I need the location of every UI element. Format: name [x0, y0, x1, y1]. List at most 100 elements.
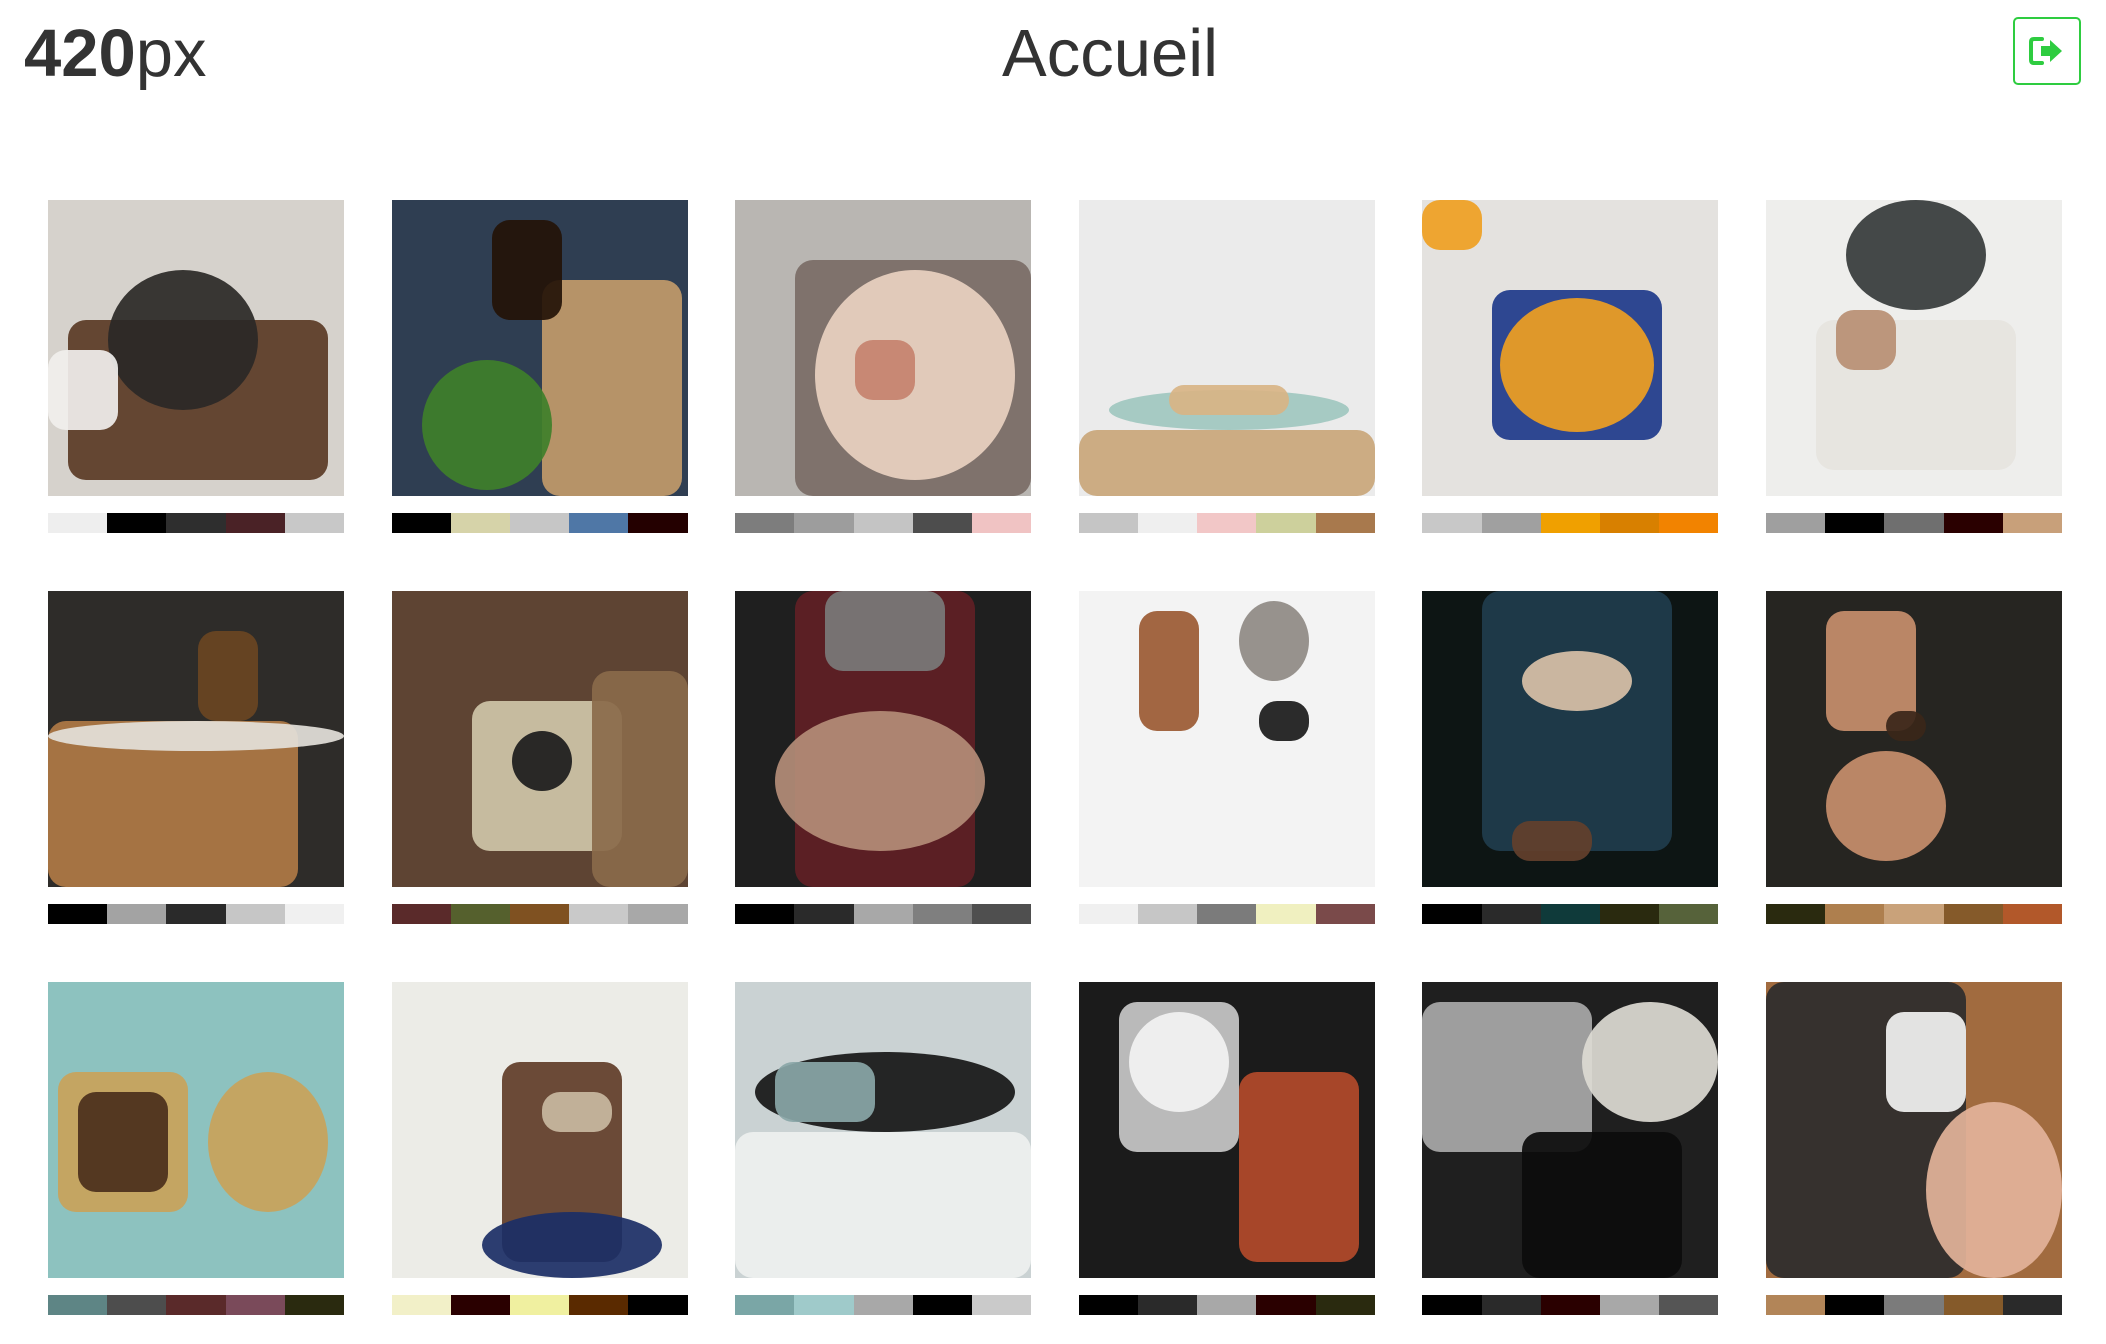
photo-card[interactable] [48, 591, 345, 925]
color-swatch[interactable] [1078, 513, 1138, 533]
photo-card[interactable] [735, 200, 1032, 534]
color-swatch[interactable] [912, 904, 972, 924]
color-swatch[interactable] [1481, 904, 1541, 924]
color-swatch[interactable] [1137, 1295, 1198, 1315]
color-swatch[interactable] [1825, 1295, 1885, 1315]
color-swatch[interactable] [853, 513, 913, 533]
photo-card[interactable] [1422, 982, 1719, 1316]
color-swatch[interactable] [1659, 513, 1719, 533]
color-swatch[interactable] [450, 1295, 510, 1315]
photo-thumbnail[interactable] [1765, 591, 2062, 887]
color-swatch[interactable] [391, 513, 451, 533]
color-swatch[interactable] [284, 1295, 345, 1315]
color-swatch[interactable] [166, 1295, 226, 1315]
photo-thumbnail[interactable] [735, 591, 1032, 887]
photo-card[interactable] [391, 982, 688, 1316]
color-swatch[interactable] [1943, 904, 2003, 924]
color-swatch[interactable] [1599, 513, 1660, 533]
photo-card[interactable] [391, 591, 688, 925]
color-swatch[interactable] [166, 904, 226, 924]
photo-thumbnail[interactable] [1078, 591, 1375, 887]
photo-thumbnail[interactable] [48, 982, 344, 1278]
color-swatch[interactable] [735, 904, 795, 924]
color-swatch[interactable] [794, 1295, 854, 1315]
color-swatch[interactable] [972, 904, 1032, 924]
color-swatch[interactable] [1481, 1295, 1541, 1315]
photo-thumbnail[interactable] [735, 982, 1032, 1278]
photo-thumbnail[interactable] [1422, 982, 1719, 1278]
color-swatch[interactable] [1078, 1295, 1138, 1315]
color-swatch[interactable] [1540, 513, 1600, 533]
color-swatch[interactable] [2002, 904, 2062, 924]
color-swatch[interactable] [1256, 1295, 1316, 1315]
color-swatch[interactable] [853, 904, 913, 924]
color-swatch[interactable] [1197, 904, 1257, 924]
color-swatch[interactable] [225, 904, 285, 924]
color-swatch[interactable] [48, 513, 108, 533]
color-swatch[interactable] [1884, 513, 1944, 533]
color-swatch[interactable] [1765, 513, 1826, 533]
photo-thumbnail[interactable] [48, 591, 344, 887]
color-swatch[interactable] [628, 1295, 688, 1315]
color-swatch[interactable] [1540, 904, 1600, 924]
photo-thumbnail[interactable] [1078, 982, 1375, 1278]
color-swatch[interactable] [1943, 1295, 2003, 1315]
photo-thumbnail[interactable] [1422, 591, 1719, 887]
photo-card[interactable] [1765, 591, 2062, 925]
color-swatch[interactable] [1825, 513, 1885, 533]
color-swatch[interactable] [1315, 1295, 1375, 1315]
color-swatch[interactable] [225, 513, 285, 533]
color-swatch[interactable] [107, 1295, 167, 1315]
color-swatch[interactable] [569, 904, 629, 924]
photo-card[interactable] [48, 982, 345, 1316]
photo-thumbnail[interactable] [48, 200, 344, 496]
color-swatch[interactable] [1256, 904, 1316, 924]
color-swatch[interactable] [1137, 513, 1198, 533]
color-swatch[interactable] [391, 904, 451, 924]
color-swatch[interactable] [225, 1295, 285, 1315]
color-swatch[interactable] [107, 904, 167, 924]
color-swatch[interactable] [1765, 1295, 1826, 1315]
color-swatch[interactable] [1422, 904, 1482, 924]
photo-card[interactable] [391, 200, 688, 534]
photo-thumbnail[interactable] [391, 200, 688, 496]
color-swatch[interactable] [1765, 904, 1826, 924]
photo-card[interactable] [1765, 200, 2062, 534]
brand-logo[interactable]: 420px [24, 18, 207, 90]
color-swatch[interactable] [510, 513, 570, 533]
color-swatch[interactable] [1137, 904, 1198, 924]
photo-thumbnail[interactable] [1765, 200, 2062, 496]
photo-card[interactable] [48, 200, 345, 534]
color-swatch[interactable] [1315, 904, 1375, 924]
photo-thumbnail[interactable] [1422, 200, 1719, 496]
color-swatch[interactable] [794, 513, 854, 533]
color-swatch[interactable] [166, 513, 226, 533]
color-swatch[interactable] [2002, 513, 2062, 533]
color-swatch[interactable] [1481, 513, 1541, 533]
color-swatch[interactable] [1599, 1295, 1660, 1315]
color-swatch[interactable] [1884, 904, 1944, 924]
photo-card[interactable] [1078, 591, 1375, 925]
color-swatch[interactable] [1422, 513, 1482, 533]
color-swatch[interactable] [1943, 513, 2003, 533]
photo-card[interactable] [735, 591, 1032, 925]
color-swatch[interactable] [735, 513, 795, 533]
color-swatch[interactable] [1078, 904, 1138, 924]
photo-card[interactable] [735, 982, 1032, 1316]
color-swatch[interactable] [48, 904, 108, 924]
color-swatch[interactable] [972, 1295, 1032, 1315]
color-swatch[interactable] [2002, 1295, 2062, 1315]
photo-thumbnail[interactable] [391, 982, 688, 1278]
color-swatch[interactable] [510, 1295, 570, 1315]
photo-thumbnail[interactable] [1765, 982, 2062, 1278]
color-swatch[interactable] [972, 513, 1032, 533]
color-swatch[interactable] [794, 904, 854, 924]
color-swatch[interactable] [912, 1295, 972, 1315]
color-swatch[interactable] [450, 904, 510, 924]
color-swatch[interactable] [569, 1295, 629, 1315]
color-swatch[interactable] [450, 513, 510, 533]
photo-card[interactable] [1765, 982, 2062, 1316]
color-swatch[interactable] [107, 513, 167, 533]
color-swatch[interactable] [1197, 1295, 1257, 1315]
color-swatch[interactable] [1540, 1295, 1600, 1315]
